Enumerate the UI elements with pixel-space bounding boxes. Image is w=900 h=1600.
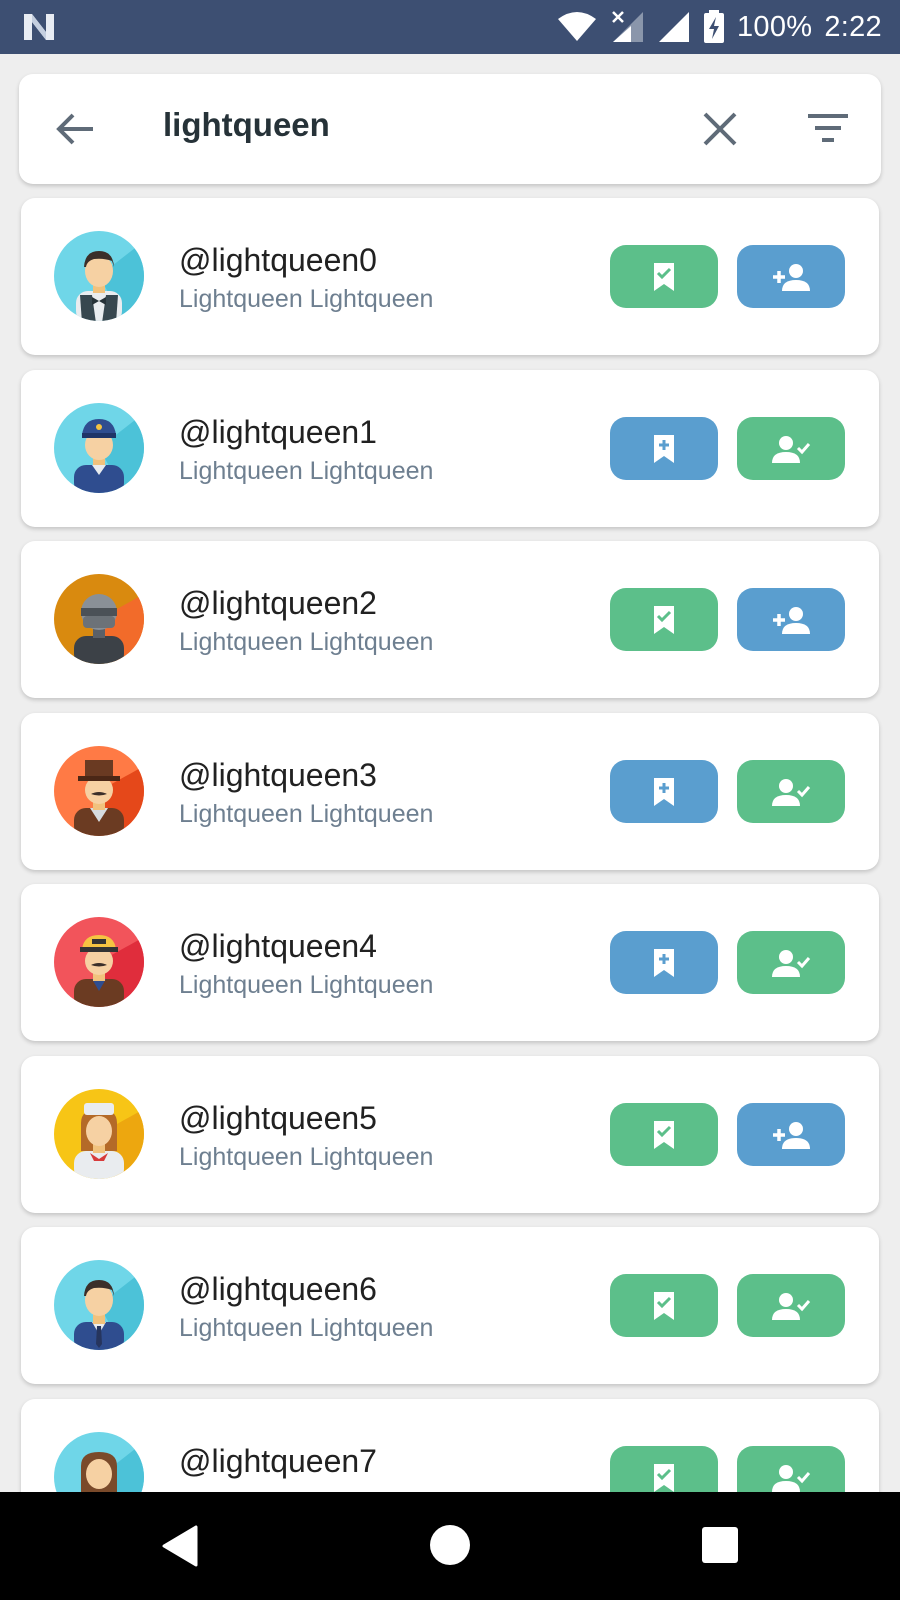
- back-arrow-icon[interactable]: [53, 107, 97, 151]
- navigation-bar: [0, 1492, 900, 1600]
- avatar-officer: [54, 403, 144, 493]
- username: @lightqueen2: [179, 585, 377, 621]
- username: @lightqueen5: [179, 1100, 377, 1136]
- list-item[interactable]: @lightqueen4 Lightqueen Lightqueen: [21, 884, 879, 1041]
- list-item[interactable]: @lightqueen3 Lightqueen Lightqueen: [21, 713, 879, 870]
- person-check-icon: [772, 1464, 811, 1492]
- person-add-icon: [773, 606, 810, 634]
- display-name: Lightqueen Lightqueen: [179, 1143, 434, 1171]
- search-input[interactable]: lightqueen: [163, 106, 330, 144]
- person-check-icon: [772, 435, 811, 463]
- person-add-icon: [773, 263, 810, 291]
- person-check-icon: [772, 949, 811, 977]
- display-name: Lightqueen Lightqueen: [179, 1314, 434, 1342]
- bookmark-saved-button[interactable]: [610, 1446, 718, 1492]
- following-button[interactable]: [737, 931, 845, 994]
- username: @lightqueen0: [179, 242, 377, 278]
- following-button[interactable]: [737, 417, 845, 480]
- nav-back-icon[interactable]: [160, 1524, 200, 1568]
- bookmark-plus-icon: [654, 434, 674, 463]
- list-item[interactable]: @lightqueen5 Lightqueen Lightqueen: [21, 1056, 879, 1213]
- following-button[interactable]: [737, 760, 845, 823]
- search-bar: lightqueen: [19, 74, 881, 184]
- follow-button[interactable]: [737, 588, 845, 651]
- bookmark-check-icon: [654, 1120, 674, 1149]
- avatar-gentleman: [54, 746, 144, 836]
- display-name: Lightqueen Lightqueen: [179, 971, 434, 999]
- list-item[interactable]: @lightqueen7: [21, 1399, 879, 1492]
- close-icon[interactable]: [699, 108, 741, 150]
- display-name: Lightqueen Lightqueen: [179, 628, 434, 656]
- avatar-waiter: [54, 231, 144, 321]
- following-button[interactable]: [737, 1274, 845, 1337]
- avatar-woman: [54, 1432, 144, 1492]
- avatar-taxi-driver: [54, 917, 144, 1007]
- username: @lightqueen6: [179, 1271, 377, 1307]
- follow-button[interactable]: [737, 1103, 845, 1166]
- bookmark-add-button[interactable]: [610, 931, 718, 994]
- display-name: Lightqueen Lightqueen: [179, 285, 434, 313]
- person-check-icon: [772, 1292, 811, 1320]
- bookmark-saved-button[interactable]: [610, 1103, 718, 1166]
- avatar-nurse: [54, 1089, 144, 1179]
- bookmark-plus-icon: [654, 777, 674, 806]
- bookmark-plus-icon: [654, 948, 674, 977]
- list-item[interactable]: @lightqueen0 Lightqueen Lightqueen: [21, 198, 879, 355]
- username: @lightqueen1: [179, 414, 377, 450]
- bookmark-check-icon: [654, 1463, 674, 1492]
- list-item[interactable]: @lightqueen2 Lightqueen Lightqueen: [21, 541, 879, 698]
- username: @lightqueen4: [179, 928, 377, 964]
- bookmark-add-button[interactable]: [610, 417, 718, 480]
- list-item[interactable]: @lightqueen1 Lightqueen Lightqueen: [21, 370, 879, 527]
- avatar-businessman: [54, 1260, 144, 1350]
- person-check-icon: [772, 778, 811, 806]
- bookmark-saved-button[interactable]: [610, 1274, 718, 1337]
- bookmark-saved-button[interactable]: [610, 588, 718, 651]
- bookmark-check-icon: [654, 1291, 674, 1320]
- bookmark-saved-button[interactable]: [610, 245, 718, 308]
- results-list[interactable]: @lightqueen0 Lightqueen Lightqueen @ligh…: [0, 0, 900, 1492]
- display-name: Lightqueen Lightqueen: [179, 800, 434, 828]
- list-item[interactable]: @lightqueen6 Lightqueen Lightqueen: [21, 1227, 879, 1384]
- username: @lightqueen3: [179, 757, 377, 793]
- following-button[interactable]: [737, 1446, 845, 1492]
- nav-recents-icon[interactable]: [701, 1526, 739, 1564]
- follow-button[interactable]: [737, 245, 845, 308]
- bookmark-add-button[interactable]: [610, 760, 718, 823]
- display-name: Lightqueen Lightqueen: [179, 457, 434, 485]
- bookmark-check-icon: [654, 262, 674, 291]
- username: @lightqueen7: [179, 1443, 377, 1479]
- person-add-icon: [773, 1121, 810, 1149]
- avatar-helmet: [54, 574, 144, 664]
- nav-home-icon[interactable]: [429, 1524, 471, 1566]
- bookmark-check-icon: [654, 605, 674, 634]
- filter-icon[interactable]: [805, 108, 851, 150]
